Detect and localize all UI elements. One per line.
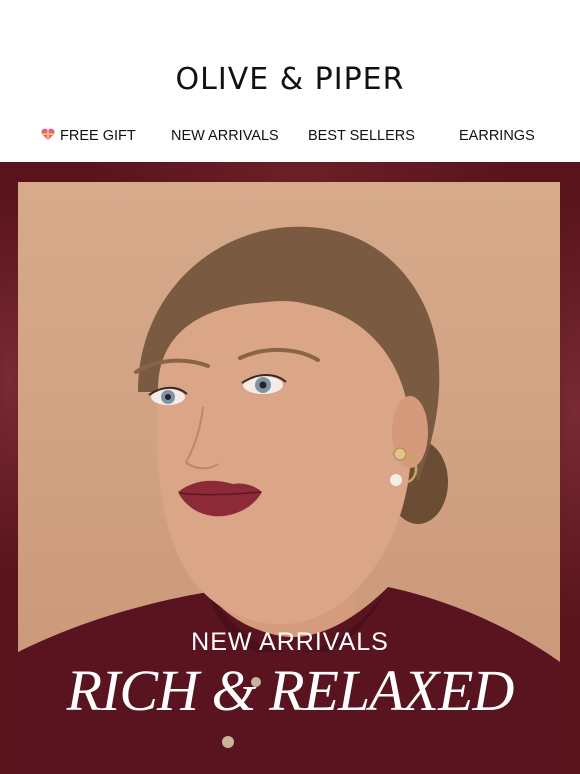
top-nav: FREE GIFT NEW ARRIVALS BEST SELLERS EARR…: [0, 128, 580, 148]
brand-logo[interactable]: OLIVE & PIPER: [0, 62, 580, 97]
hero-headline: RICH & RELAXED: [66, 658, 515, 723]
nav-item-free-gift[interactable]: FREE GIFT: [40, 128, 136, 144]
hero-banner[interactable]: NEW ARRIVALS RICH & RELAXED: [0, 162, 580, 774]
nav-item-earrings[interactable]: EARRINGS: [459, 128, 535, 144]
heart-gift-icon: [41, 128, 55, 141]
email-header: OLIVE & PIPER FREE GIFT NEW ARRIVALS BES…: [0, 0, 580, 162]
nav-item-new-arrivals[interactable]: NEW ARRIVALS: [171, 128, 279, 144]
hero-eyebrow: NEW ARRIVALS: [191, 628, 389, 656]
nav-item-label: FREE GIFT: [60, 128, 136, 144]
nav-item-best-sellers[interactable]: BEST SELLERS: [308, 128, 415, 144]
